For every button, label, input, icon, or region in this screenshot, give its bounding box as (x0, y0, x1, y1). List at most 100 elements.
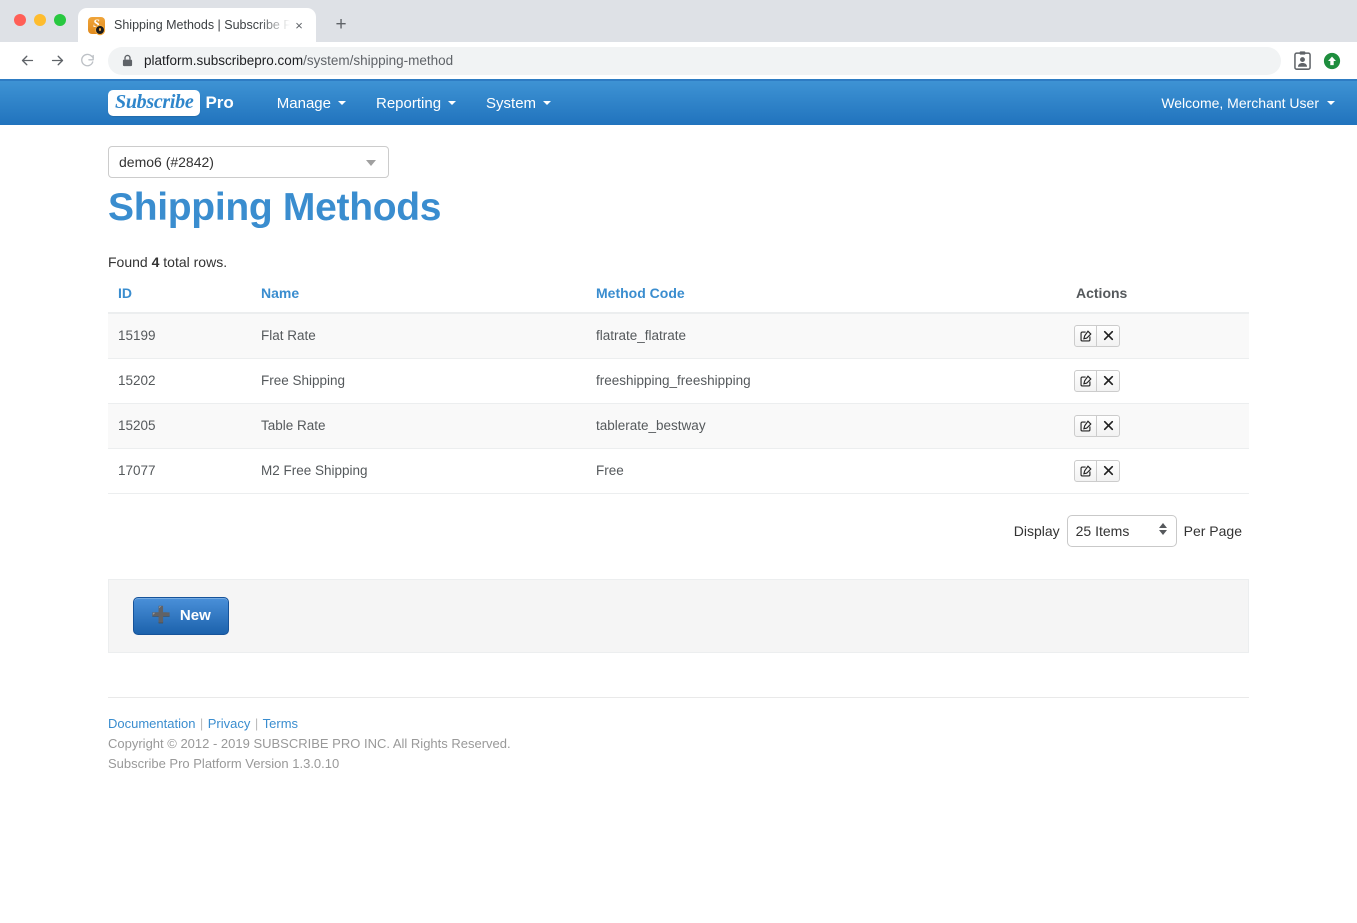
cell-method-code: freeshipping_freeshipping (586, 358, 1064, 404)
new-button-label: New (179, 607, 211, 625)
nav-item-manage[interactable]: Manage (262, 81, 361, 125)
reload-icon[interactable] (72, 46, 102, 76)
account-select-value: demo6 (#2842) (119, 154, 214, 170)
column-header-actions: Actions (1064, 284, 1249, 314)
delete-x-icon[interactable] (1097, 459, 1120, 482)
user-menu[interactable]: Welcome, Merchant User (1161, 95, 1335, 111)
nav-item-reporting[interactable]: Reporting (361, 81, 471, 125)
plus-icon: ➕ (151, 606, 171, 624)
close-window-button[interactable] (14, 14, 26, 26)
cell-actions (1064, 448, 1249, 494)
cell-method-code: tablerate_bestway (586, 403, 1064, 449)
nav-item-label: System (486, 94, 537, 112)
table-row: 15205 Table Rate tablerate_bestway (108, 403, 1249, 449)
edit-pencil-square-icon[interactable] (1074, 369, 1097, 392)
chevron-down-icon (543, 101, 552, 105)
stepper-arrows-icon (1158, 522, 1167, 535)
page-content: demo6 (#2842) Shipping Methods Found 4 t… (0, 146, 1357, 773)
cell-id: 15205 (108, 403, 251, 449)
chevron-down-icon (338, 101, 346, 105)
column-header-id[interactable]: ID (108, 284, 251, 314)
update-available-icon[interactable] (1319, 48, 1345, 74)
row-action-group (1074, 369, 1120, 392)
forward-arrow-icon[interactable] (42, 46, 72, 76)
cell-name: Flat Rate (251, 312, 586, 359)
cell-id: 15199 (108, 312, 251, 359)
row-count-text: Found 4 total rows. (108, 254, 1249, 270)
back-arrow-icon[interactable] (12, 46, 42, 76)
footer-version: Subscribe Pro Platform Version 1.3.0.10 (108, 755, 340, 771)
delete-x-icon[interactable] (1097, 369, 1120, 392)
found-suffix: total rows. (159, 253, 228, 270)
lock-icon (122, 54, 133, 67)
table-row: 15202 Free Shipping freeshipping_freeshi… (108, 358, 1249, 404)
close-tab-button[interactable]: × (290, 16, 308, 34)
gear-icon (96, 25, 104, 34)
brand-logo[interactable]: Subscribe Pro (108, 81, 246, 125)
profile-card-icon[interactable] (1289, 48, 1315, 74)
footer-link-documentation[interactable]: Documentation (108, 716, 195, 731)
app-navbar: Subscribe Pro Manage Reporting System We… (0, 81, 1357, 125)
column-header-method-code[interactable]: Method Code (586, 284, 1064, 314)
display-label: Display (1013, 522, 1060, 539)
maximize-window-button[interactable] (54, 14, 66, 26)
table-header-row: ID Name Method Code Actions (108, 284, 1249, 314)
page-title: Shipping Methods (108, 186, 442, 229)
cell-name: Table Rate (251, 403, 586, 449)
shipping-methods-table: ID Name Method Code Actions 15199 Flat R… (108, 284, 1249, 494)
edit-pencil-square-icon[interactable] (1074, 324, 1097, 347)
cell-actions (1064, 358, 1249, 404)
cell-method-code: flatrate_flatrate (586, 312, 1064, 359)
per-page-select[interactable]: 25 Items (1066, 514, 1177, 547)
cell-name: Free Shipping (251, 358, 586, 404)
browser-chrome: S Shipping Methods | Subscribe Pro × + p… (0, 0, 1357, 81)
delete-x-icon[interactable] (1097, 414, 1120, 437)
minimize-window-button[interactable] (34, 14, 46, 26)
brand-logo-box: Subscribe (108, 90, 201, 116)
nav-item-label: Reporting (376, 94, 442, 112)
pagination-controls: Display 25 Items Per Page (108, 514, 1249, 547)
chevron-down-icon (448, 101, 457, 105)
nav-item-label: Manage (276, 94, 331, 112)
new-tab-button[interactable]: + (330, 13, 352, 35)
tab-strip: S Shipping Methods | Subscribe Pro × + (0, 0, 1357, 42)
delete-x-icon[interactable] (1097, 324, 1120, 347)
per-page-value: 25 Items (1075, 522, 1130, 539)
cell-id: 15202 (108, 358, 251, 404)
found-prefix: Found (108, 253, 152, 270)
table-head: ID Name Method Code Actions (108, 284, 1249, 314)
footer-link-privacy[interactable]: Privacy (208, 716, 251, 731)
browser-tab[interactable]: S Shipping Methods | Subscribe Pro × (78, 8, 316, 42)
navbar-right: Welcome, Merchant User (1161, 95, 1345, 111)
cell-actions (1064, 403, 1249, 449)
footer-link-terms[interactable]: Terms (263, 716, 298, 731)
address-bar[interactable]: platform.subscribepro.com/system/shippin… (108, 46, 1281, 75)
table-row: 17077 M2 Free Shipping Free (108, 448, 1249, 494)
url-host: platform.subscribepro.com (144, 53, 304, 68)
table-body: 15199 Flat Rate flatrate_flatrate 15202 … (108, 312, 1249, 494)
edit-pencil-square-icon[interactable] (1074, 459, 1097, 482)
footer-links: Documentation | Privacy | Terms (108, 715, 1357, 733)
row-action-group (1074, 459, 1120, 482)
url-text: platform.subscribepro.com/system/shippin… (144, 53, 453, 68)
account-select[interactable]: demo6 (#2842) (108, 146, 389, 178)
nav-item-system[interactable]: System (471, 81, 566, 125)
actions-panel: ➕ New (108, 578, 1249, 653)
tab-title: Shipping Methods | Subscribe Pro (114, 18, 290, 32)
window-controls (14, 14, 66, 26)
user-menu-label: Welcome, Merchant User (1161, 95, 1319, 111)
footer-divider (108, 696, 1249, 698)
cell-actions (1064, 312, 1249, 359)
main-menu: Manage Reporting System (262, 81, 566, 125)
edit-pencil-square-icon[interactable] (1074, 414, 1097, 437)
brand-name: Subscribe (115, 91, 194, 113)
footer-separator: | (199, 715, 204, 731)
cell-id: 17077 (108, 448, 251, 494)
new-button[interactable]: ➕ New (133, 596, 229, 635)
cell-method-code: Free (586, 448, 1064, 494)
table-row: 15199 Flat Rate flatrate_flatrate (108, 312, 1249, 359)
toolbar-right-actions (1289, 48, 1345, 74)
subscribe-pro-favicon-icon: S (88, 16, 105, 34)
column-header-name[interactable]: Name (251, 284, 586, 314)
per-page-label: Per Page (1183, 522, 1242, 539)
